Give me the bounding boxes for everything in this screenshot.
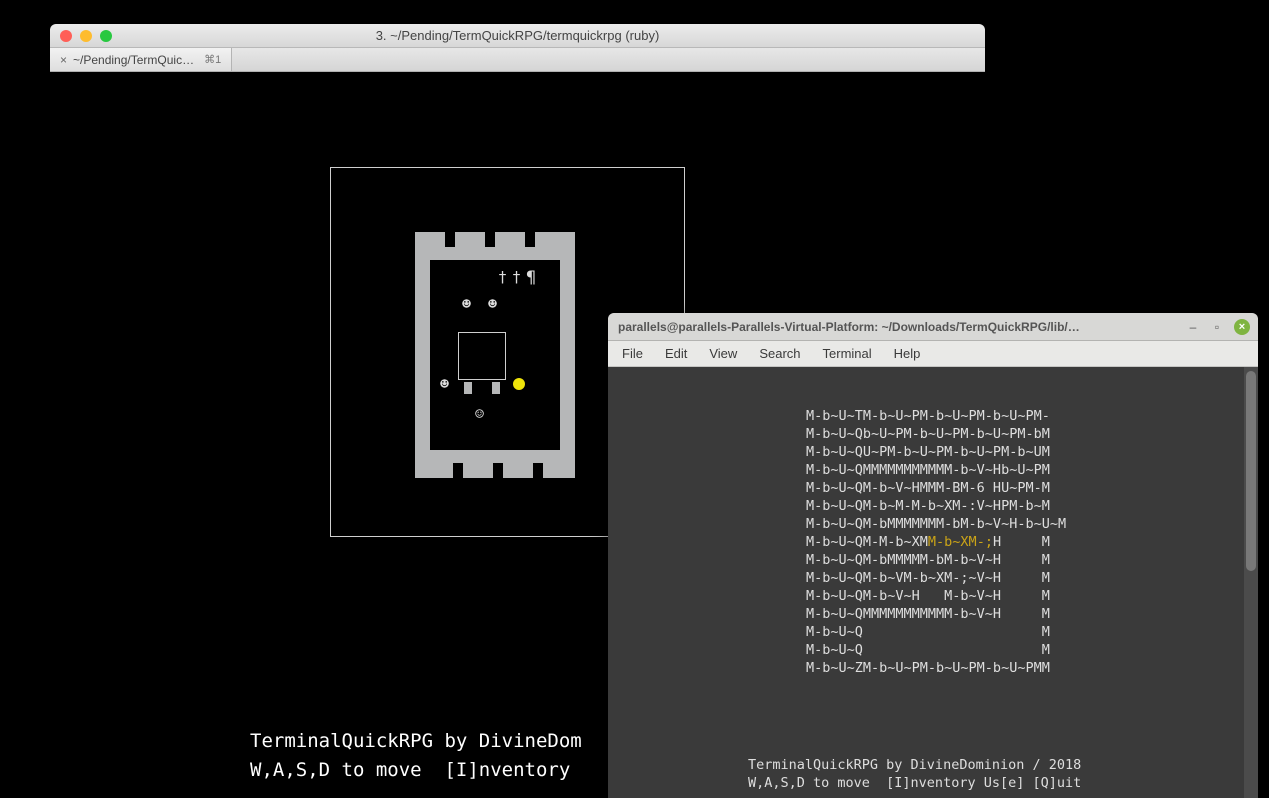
mac-tabbar[interactable]: × ~/Pending/TermQuic… ⌘1 bbox=[50, 48, 985, 72]
linux-window: parallels@parallels-Parallels-Virtual-Pl… bbox=[608, 313, 1258, 798]
item-cross-icon: † bbox=[512, 270, 521, 285]
wall bbox=[415, 247, 575, 260]
window-controls: – ▫ × bbox=[1186, 319, 1258, 335]
terminal-line: M-b~U~Q M bbox=[608, 623, 1244, 641]
close-icon[interactable] bbox=[60, 30, 72, 42]
wall bbox=[560, 232, 575, 478]
menu-help[interactable]: Help bbox=[884, 343, 931, 364]
wall bbox=[492, 382, 500, 394]
player-icon bbox=[513, 378, 525, 390]
wall bbox=[415, 450, 575, 463]
status-line: TerminalQuickRPG by DivineDom bbox=[250, 730, 582, 752]
terminal-line: M-b~U~QM-b~V~HMMM-BM-6 HU~PM-M bbox=[608, 479, 1244, 497]
linux-menubar[interactable]: FileEditViewSearchTerminalHelp bbox=[608, 341, 1258, 367]
menu-search[interactable]: Search bbox=[749, 343, 810, 364]
wall bbox=[455, 232, 485, 247]
terminal-tab[interactable]: × ~/Pending/TermQuic… ⌘1 bbox=[50, 48, 232, 71]
item-cross-icon: † bbox=[498, 270, 507, 285]
terminal-line: M-b~U~QMMMMMMMMMMM-b~V~H M bbox=[608, 605, 1244, 623]
mac-titlebar[interactable]: 3. ~/Pending/TermQuickRPG/termquickrpg (… bbox=[50, 24, 985, 48]
menu-file[interactable]: File bbox=[612, 343, 653, 364]
wall bbox=[415, 463, 453, 478]
terminal-line: M-b~U~Qb~U~PM-b~U~PM-b~U~PM-bM bbox=[608, 425, 1244, 443]
wall bbox=[543, 463, 575, 478]
tab-label: ~/Pending/TermQuic… bbox=[73, 53, 194, 67]
wall bbox=[463, 463, 493, 478]
wall bbox=[503, 463, 533, 478]
close-icon[interactable]: × bbox=[1234, 319, 1250, 335]
character-face-icon: ☺ bbox=[475, 407, 484, 422]
terminal-line: M-b~U~QM-b~VM-b~XM-;~V~H M bbox=[608, 569, 1244, 587]
footer-line: TerminalQuickRPG by DivineDominion / 201… bbox=[748, 757, 1081, 773]
game-status: TerminalQuickRPG by DivineDom W,A,S,D to… bbox=[250, 727, 582, 784]
terminal-line: M-b~U~QMMMMMMMMMMM-b~V~Hb~U~PM bbox=[608, 461, 1244, 479]
menu-terminal[interactable]: Terminal bbox=[813, 343, 882, 364]
player-cursor bbox=[458, 332, 506, 380]
wall bbox=[464, 382, 472, 394]
menu-edit[interactable]: Edit bbox=[655, 343, 697, 364]
zoom-icon[interactable] bbox=[100, 30, 112, 42]
terminal-line: M-b~U~ZM-b~U~PM-b~U~PM-b~U~PMM bbox=[608, 659, 1244, 677]
character-face-icon: ☻ bbox=[488, 297, 497, 312]
scrollbar[interactable] bbox=[1244, 367, 1258, 798]
terminal-line: M-b~U~QM-bMMMMMMM-bM-b~V~H-b~U~M bbox=[608, 515, 1244, 533]
character-face-icon: ☻ bbox=[462, 297, 471, 312]
terminal-output: M-b~U~TM-b~U~PM-b~U~PM-b~U~PM-M-b~U~Qb~U… bbox=[608, 367, 1244, 798]
window-title: 3. ~/Pending/TermQuickRPG/termquickrpg (… bbox=[50, 28, 985, 43]
maximize-icon[interactable]: ▫ bbox=[1210, 320, 1224, 334]
tab-shortcut: ⌘1 bbox=[204, 53, 221, 66]
traffic-lights bbox=[50, 30, 112, 42]
minimize-icon[interactable] bbox=[80, 30, 92, 42]
minimize-icon[interactable]: – bbox=[1186, 320, 1200, 334]
footer-line: W,A,S,D to move [I]nventory Us[e] [Q]uit bbox=[748, 775, 1081, 791]
linux-window-title: parallels@parallels-Parallels-Virtual-Pl… bbox=[608, 320, 1186, 334]
character-face-icon: ☻ bbox=[440, 377, 449, 392]
status-line: W,A,S,D to move [I]nventory bbox=[250, 759, 582, 781]
menu-view[interactable]: View bbox=[699, 343, 747, 364]
terminal-line: M-b~U~QM-bMMMMM-bM-b~V~H M bbox=[608, 551, 1244, 569]
item-pilcrow-icon: ¶ bbox=[526, 270, 536, 287]
terminal-line: M-b~U~Q M bbox=[608, 641, 1244, 659]
linux-terminal-body[interactable]: M-b~U~TM-b~U~PM-b~U~PM-b~U~PM-M-b~U~Qb~U… bbox=[608, 367, 1258, 798]
terminal-line: M-b~U~TM-b~U~PM-b~U~PM-b~U~PM- bbox=[608, 407, 1244, 425]
linux-titlebar[interactable]: parallels@parallels-Parallels-Virtual-Pl… bbox=[608, 313, 1258, 341]
tab-close-icon[interactable]: × bbox=[60, 53, 67, 67]
terminal-line: M-b~U~QU~PM-b~U~PM-b~U~PM-b~UM bbox=[608, 443, 1244, 461]
terminal-line: M-b~U~QM-b~M-M-b~XM-:V~HPM-b~M bbox=[608, 497, 1244, 515]
wall bbox=[415, 232, 430, 478]
terminal-line: M-b~U~QM-M-b~XMM-b~XM-;H M bbox=[608, 533, 1244, 551]
scrollbar-thumb[interactable] bbox=[1246, 371, 1256, 571]
terminal-line: M-b~U~QM-b~V~H M-b~V~H M bbox=[608, 587, 1244, 605]
terminal-footer: TerminalQuickRPG by DivineDominion / 201… bbox=[608, 756, 1244, 792]
wall bbox=[495, 232, 525, 247]
